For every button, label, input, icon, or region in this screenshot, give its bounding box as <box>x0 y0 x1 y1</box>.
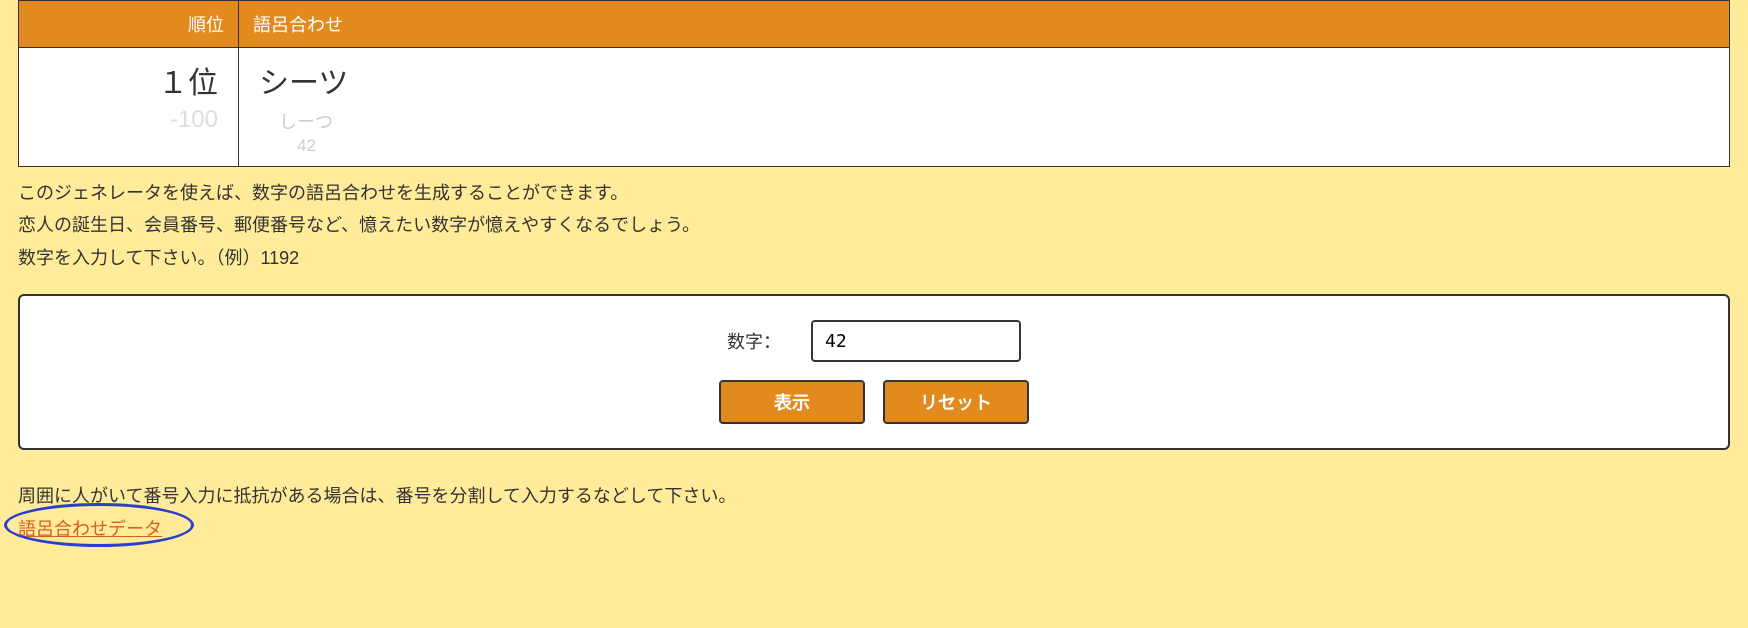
goro-data-link[interactable]: 語呂合わせデータ <box>18 513 162 545</box>
word-main: シーツ <box>259 58 1709 102</box>
score-value: -100 <box>39 106 218 134</box>
desc-line-3: 数字を入力して下さい。（例）1192 <box>18 242 1730 274</box>
number-label: 数字： <box>727 328 781 354</box>
number-input[interactable] <box>811 320 1021 362</box>
word-number: 42 <box>297 136 1709 156</box>
description-block: このジェネレータを使えば、数字の語呂合わせを生成することができます。 恋人の誕生… <box>18 177 1730 274</box>
table-row: １位 -100 シーツ しーつ 42 <box>19 48 1730 167</box>
rank-value: １位 <box>39 58 218 102</box>
header-goro: 語呂合わせ <box>239 1 1730 48</box>
desc-line-2: 恋人の誕生日、会員番号、郵便番号など、憶えたい数字が憶えやすくなるでしょう。 <box>18 209 1730 241</box>
input-form: 数字： 表示 リセット <box>18 294 1730 450</box>
header-rank: 順位 <box>19 1 239 48</box>
reset-button[interactable]: リセット <box>883 380 1029 424</box>
desc-line-1: このジェネレータを使えば、数字の語呂合わせを生成することができます。 <box>18 177 1730 209</box>
word-reading: しーつ <box>279 108 1709 134</box>
results-table: 順位 語呂合わせ １位 -100 シーツ しーつ 42 <box>18 0 1730 167</box>
submit-button[interactable]: 表示 <box>719 380 865 424</box>
footer-block: 周囲に人がいて番号入力に抵抗がある場合は、番号を分割して入力するなどして下さい。… <box>18 480 1730 545</box>
footer-note-text: 周囲に人がいて番号入力に抵抗がある場合は、番号を分割して入力するなどして下さい。 <box>18 480 1730 512</box>
